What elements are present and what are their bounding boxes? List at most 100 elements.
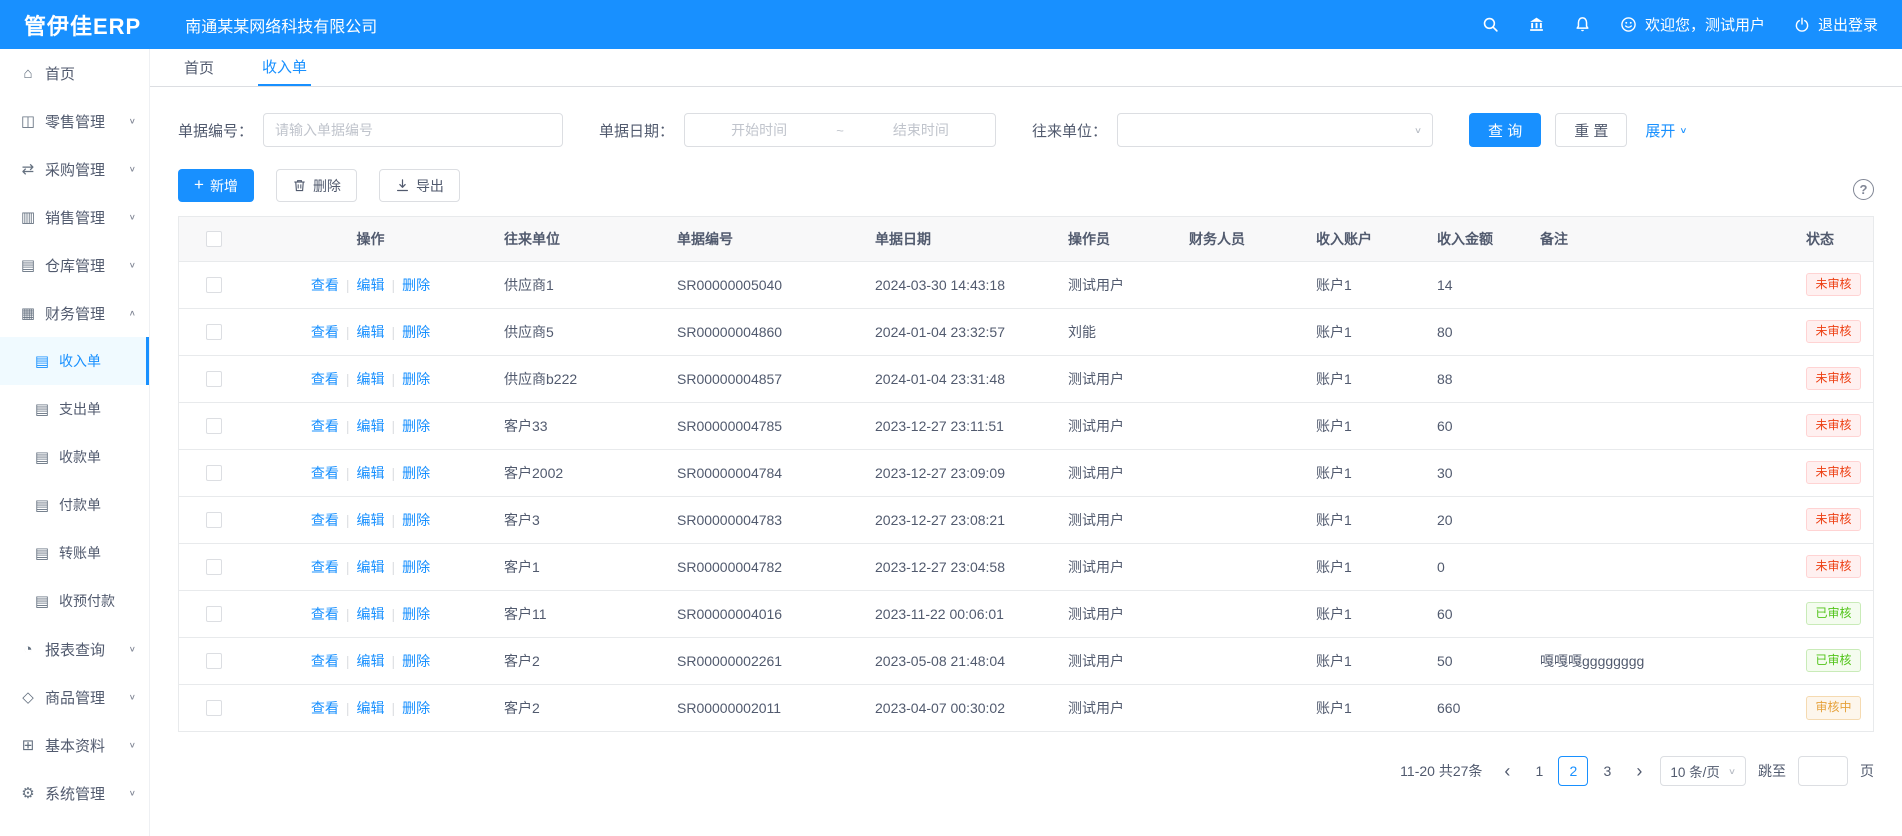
chevron-down-icon: ∨ <box>129 117 136 126</box>
document-icon: ▤ <box>34 544 50 562</box>
edit-link[interactable]: 编辑 <box>357 371 385 387</box>
row-checkbox[interactable] <box>206 653 222 669</box>
edit-link[interactable]: 编辑 <box>357 465 385 481</box>
page-button[interactable]: 2 <box>1558 756 1588 786</box>
prev-page-icon[interactable]: ‹ <box>1498 762 1516 780</box>
sidebar-subitem[interactable]: ▤收入单 <box>0 337 149 385</box>
sidebar-item[interactable]: ⊞基本资料∨ <box>0 721 149 769</box>
sidebar-item[interactable]: ⌂首页 <box>0 49 149 97</box>
row-checkbox[interactable] <box>206 606 222 622</box>
row-checkbox[interactable] <box>206 512 222 528</box>
remark-cell <box>1528 402 1794 449</box>
row-checkbox[interactable] <box>206 465 222 481</box>
page-size-select[interactable]: 10 条/页 ∨ <box>1660 756 1746 786</box>
operator-cell: 刘能 <box>1056 308 1177 355</box>
partner-label: 往来单位： <box>1032 120 1107 141</box>
delete-link[interactable]: 删除 <box>402 606 430 622</box>
bell-icon[interactable] <box>1574 16 1592 34</box>
chevron-down-icon: ∨ <box>129 693 136 702</box>
jump-page-input[interactable] <box>1798 756 1848 786</box>
bill-date-cell: 2023-12-27 23:04:58 <box>863 543 1056 590</box>
sidebar-item[interactable]: ⚙系统管理∨ <box>0 769 149 817</box>
row-checkbox[interactable] <box>206 371 222 387</box>
date-range-picker[interactable]: ~ <box>684 113 996 147</box>
export-button[interactable]: 导出 <box>379 169 460 202</box>
delete-link[interactable]: 删除 <box>402 465 430 481</box>
edit-link[interactable]: 编辑 <box>357 559 385 575</box>
view-link[interactable]: 查看 <box>311 606 339 622</box>
sidebar-subitem[interactable]: ▤转账单 <box>0 529 149 577</box>
bill-no-cell: SR00000004785 <box>665 402 863 449</box>
delete-link[interactable]: 删除 <box>402 559 430 575</box>
sidebar-subitem[interactable]: ▤付款单 <box>0 481 149 529</box>
help-icon[interactable]: ? <box>1853 179 1874 200</box>
expand-filters-link[interactable]: 展开 ∨ <box>1645 120 1687 141</box>
edit-link[interactable]: 编辑 <box>357 418 385 434</box>
view-link[interactable]: 查看 <box>311 653 339 669</box>
view-link[interactable]: 查看 <box>311 512 339 528</box>
view-link[interactable]: 查看 <box>311 700 339 716</box>
date-start-input[interactable] <box>693 122 825 138</box>
delete-link[interactable]: 删除 <box>402 418 430 434</box>
page-button[interactable]: 3 <box>1592 756 1622 786</box>
row-checkbox[interactable] <box>206 418 222 434</box>
search-icon[interactable] <box>1482 16 1500 34</box>
delete-link[interactable]: 删除 <box>402 277 430 293</box>
sidebar-subitem[interactable]: ▤支出单 <box>0 385 149 433</box>
sidebar-subitem[interactable]: ▤收款单 <box>0 433 149 481</box>
tab-home[interactable]: 首页 <box>180 49 218 86</box>
row-checkbox[interactable] <box>206 324 222 340</box>
delete-link[interactable]: 删除 <box>402 324 430 340</box>
user-welcome[interactable]: 欢迎您，测试用户 <box>1620 14 1765 35</box>
home-bank-icon[interactable] <box>1528 16 1546 34</box>
search-button[interactable]: 查 询 <box>1469 113 1541 147</box>
status-badge: 未审核 <box>1806 367 1860 391</box>
delete-link[interactable]: 删除 <box>402 700 430 716</box>
bill-no-input[interactable] <box>263 113 563 147</box>
next-page-icon[interactable]: › <box>1630 762 1648 780</box>
reset-button[interactable]: 重 置 <box>1555 113 1627 147</box>
date-end-input[interactable] <box>855 122 987 138</box>
logout-button[interactable]: 退出登录 <box>1793 14 1878 35</box>
table-row: 查看|编辑|删除客户2002SR000000047842023-12-27 23… <box>179 449 1873 496</box>
edit-link[interactable]: 编辑 <box>357 277 385 293</box>
delete-button[interactable]: 删除 <box>276 169 357 202</box>
view-link[interactable]: 查看 <box>311 277 339 293</box>
row-checkbox[interactable] <box>206 700 222 716</box>
account-cell: 账户1 <box>1304 496 1425 543</box>
view-link[interactable]: 查看 <box>311 465 339 481</box>
tab-income-bill[interactable]: 收入单 <box>258 49 311 86</box>
sidebar-item[interactable]: ⇄采购管理∨ <box>0 145 149 193</box>
sidebar-item[interactable]: ▦财务管理∧ <box>0 289 149 337</box>
edit-link[interactable]: 编辑 <box>357 324 385 340</box>
status-badge: 未审核 <box>1806 320 1860 344</box>
edit-link[interactable]: 编辑 <box>357 512 385 528</box>
edit-link[interactable]: 编辑 <box>357 700 385 716</box>
delete-link[interactable]: 删除 <box>402 371 430 387</box>
sidebar-item[interactable]: ◫零售管理∨ <box>0 97 149 145</box>
view-link[interactable]: 查看 <box>311 324 339 340</box>
edit-link[interactable]: 编辑 <box>357 653 385 669</box>
page-button[interactable]: 1 <box>1524 756 1554 786</box>
view-link[interactable]: 查看 <box>311 418 339 434</box>
trash-icon <box>292 178 307 193</box>
row-checkbox[interactable] <box>206 559 222 575</box>
actions-cell: 查看|编辑|删除 <box>249 637 492 684</box>
remark-cell <box>1528 590 1794 637</box>
status-badge: 审核中 <box>1806 696 1860 720</box>
delete-link[interactable]: 删除 <box>402 653 430 669</box>
sidebar-item[interactable]: ▤仓库管理∨ <box>0 241 149 289</box>
goods-icon: ◇ <box>20 688 36 706</box>
sidebar-item[interactable]: ◔报表查询∨ <box>0 625 149 673</box>
view-link[interactable]: 查看 <box>311 559 339 575</box>
row-checkbox[interactable] <box>206 277 222 293</box>
sidebar-item[interactable]: ▥销售管理∨ <box>0 193 149 241</box>
sidebar-item[interactable]: ◇商品管理∨ <box>0 673 149 721</box>
add-button[interactable]: + 新增 <box>178 169 254 202</box>
delete-link[interactable]: 删除 <box>402 512 430 528</box>
partner-select[interactable]: ∨ <box>1117 113 1433 147</box>
edit-link[interactable]: 编辑 <box>357 606 385 622</box>
select-all-checkbox[interactable] <box>206 231 222 247</box>
view-link[interactable]: 查看 <box>311 371 339 387</box>
sidebar-subitem[interactable]: ▤收预付款 <box>0 577 149 625</box>
